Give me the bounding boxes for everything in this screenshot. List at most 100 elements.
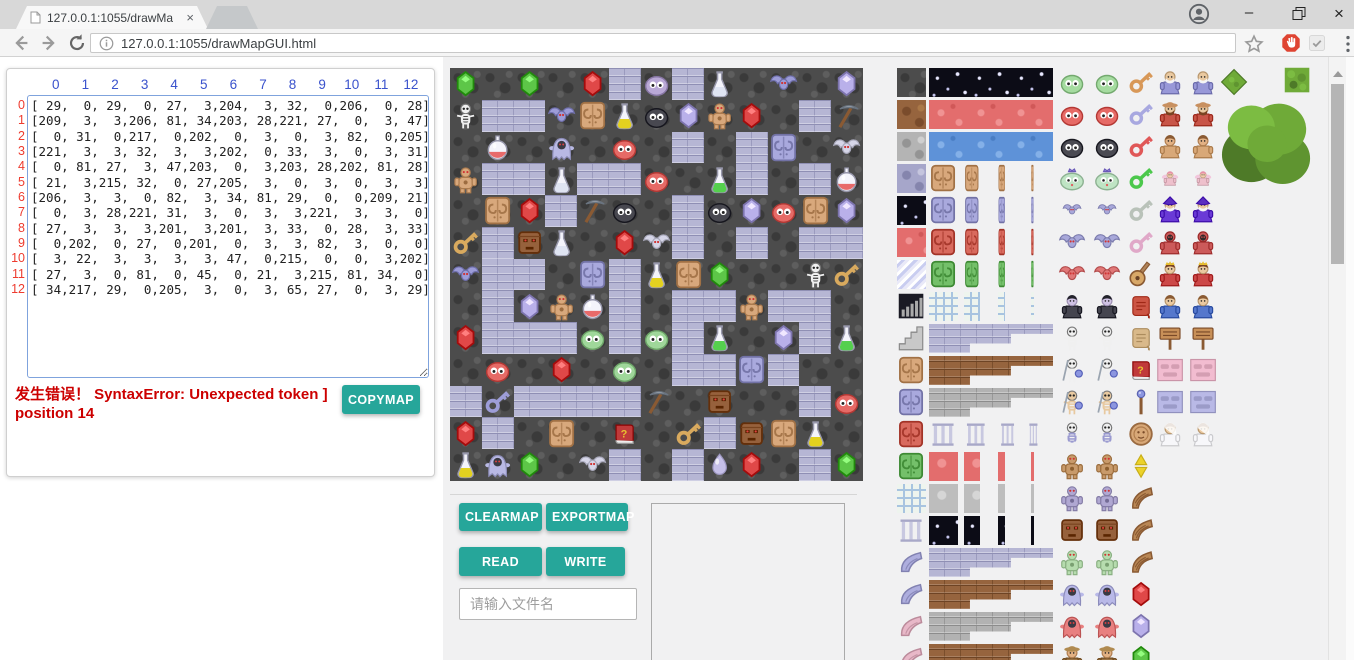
tileset-sprite-skelspear[interactable] <box>1093 356 1121 384</box>
tileset-sprite-door[interactable] <box>929 196 957 224</box>
tileset-terrain-tile[interactable] <box>929 612 1053 641</box>
map-tile[interactable] <box>545 227 577 259</box>
map-tile[interactable] <box>672 163 704 195</box>
tileset-sprite-door[interactable] <box>998 260 1006 288</box>
tileset-terrain-tile[interactable] <box>1031 292 1034 321</box>
map-tile[interactable] <box>482 100 514 132</box>
map-tile[interactable] <box>736 386 768 418</box>
tileset-sprite-bars[interactable] <box>897 292 925 320</box>
tileset-sprite-bat[interactable] <box>1093 228 1121 256</box>
browser-tab[interactable]: 127.0.0.1:1055/drawMa × <box>16 6 208 29</box>
tileset-sprite-person[interactable] <box>1156 292 1184 320</box>
map-tile[interactable] <box>482 163 514 195</box>
tileset-sprite-medallion[interactable] <box>1127 420 1155 448</box>
exportmap-button[interactable]: EXPORTMAP <box>546 503 628 531</box>
tileset-sprite-person[interactable] <box>1058 644 1086 660</box>
scrollbar-thumb[interactable] <box>1331 84 1344 264</box>
map-tile[interactable] <box>831 290 863 322</box>
map-tile[interactable] <box>545 100 577 132</box>
tileset-palette[interactable]: ? <box>897 68 1317 660</box>
bookmark-star-icon[interactable] <box>1243 33 1265 55</box>
map-tile[interactable] <box>609 100 641 132</box>
tileset-sprite-door[interactable] <box>1031 196 1034 224</box>
tileset-sprite-person[interactable] <box>1156 132 1184 160</box>
map-tile[interactable] <box>768 290 800 322</box>
tileset-terrain-tile[interactable] <box>897 484 926 513</box>
tileset-terrain-tile[interactable] <box>964 516 980 545</box>
map-tile[interactable] <box>577 259 609 291</box>
map-tile[interactable] <box>450 195 482 227</box>
map-tile[interactable] <box>736 322 768 354</box>
map-tile[interactable] <box>768 322 800 354</box>
tileset-sprite-person[interactable] <box>1189 100 1217 128</box>
map-tile[interactable] <box>736 227 768 259</box>
map-tile[interactable] <box>609 68 641 100</box>
tileset-sprite-door[interactable] <box>929 260 957 288</box>
map-tile[interactable] <box>736 132 768 164</box>
map-tile[interactable] <box>672 195 704 227</box>
tileset-sprite-slime[interactable] <box>1093 132 1121 160</box>
tileset-terrain-tile[interactable] <box>929 644 1053 660</box>
tileset-sprite-wing[interactable] <box>897 644 925 660</box>
tileset-sprite-person[interactable] <box>1156 228 1184 256</box>
tileset-sprite-ghost[interactable] <box>1058 612 1086 640</box>
tileset-sprite-door[interactable] <box>998 196 1006 224</box>
map-tile[interactable] <box>831 132 863 164</box>
map-tile[interactable] <box>768 417 800 449</box>
map-tile[interactable] <box>577 195 609 227</box>
close-window-button[interactable]: × <box>1324 4 1354 24</box>
tileset-terrain-tile[interactable] <box>964 292 980 321</box>
tileset-terrain-tile[interactable] <box>964 484 980 513</box>
map-tile[interactable] <box>609 354 641 386</box>
tileset-sprite-key[interactable] <box>1127 196 1155 224</box>
tileset-sprite-door[interactable] <box>964 228 980 256</box>
tileset-sprite-slime[interactable] <box>1058 132 1086 160</box>
map-tile[interactable] <box>514 354 546 386</box>
tileset-sprite-person[interactable] <box>1189 228 1217 256</box>
map-tile[interactable] <box>641 386 673 418</box>
tileset-sprite-person[interactable] <box>1156 196 1184 224</box>
map-tile[interactable] <box>704 132 736 164</box>
map-tile[interactable] <box>450 100 482 132</box>
map-tile[interactable] <box>672 132 704 164</box>
tileset-sprite-totem[interactable] <box>1093 516 1121 544</box>
tileset-sprite-key[interactable] <box>1127 68 1155 96</box>
map-tile[interactable] <box>577 322 609 354</box>
map-tile[interactable] <box>482 227 514 259</box>
tileset-sprite-slime[interactable] <box>1093 68 1121 96</box>
map-tile[interactable] <box>482 386 514 418</box>
map-tile[interactable] <box>450 259 482 291</box>
tileset-sprite-book[interactable]: ? <box>1127 356 1155 384</box>
tileset-sprite-slimecrown[interactable] <box>1058 164 1086 192</box>
map-tile[interactable] <box>577 417 609 449</box>
map-tile[interactable] <box>450 68 482 100</box>
map-tile[interactable] <box>641 259 673 291</box>
tileset-sprite-scroll[interactable] <box>1127 324 1155 352</box>
map-tile[interactable] <box>831 163 863 195</box>
map-tile[interactable] <box>482 322 514 354</box>
tileset-sprite-golem[interactable] <box>1058 484 1086 512</box>
tileset-sprite-wing[interactable] <box>897 548 925 576</box>
tileset-sprite-ghost[interactable] <box>1093 612 1121 640</box>
map-tile[interactable] <box>799 386 831 418</box>
tileset-sprite-door[interactable] <box>897 420 925 448</box>
map-tile[interactable] <box>768 100 800 132</box>
tileset-sprite-golem[interactable] <box>1093 484 1121 512</box>
tileset-sprite-skelarmor[interactable] <box>1058 420 1086 448</box>
tileset-sprite-person[interactable] <box>1189 420 1217 448</box>
map-tile[interactable] <box>831 354 863 386</box>
tileset-sprite-gem[interactable] <box>1127 580 1155 608</box>
tileset-sprite-pillar[interactable] <box>964 420 988 448</box>
tileset-sprite-person[interactable] <box>1189 292 1217 320</box>
tileset-sprite-pillar[interactable] <box>897 516 925 544</box>
tileset-sprite-skelarmor[interactable] <box>1093 420 1121 448</box>
tileset-sprite-pillar[interactable] <box>929 420 957 448</box>
map-tile[interactable] <box>799 227 831 259</box>
address-bar[interactable]: 127.0.0.1:1055/drawMapGUI.html <box>90 33 1236 53</box>
map-tile[interactable] <box>514 132 546 164</box>
tileset-sprite-treesq[interactable] <box>1283 66 1311 94</box>
map-tile[interactable] <box>831 100 863 132</box>
map-tile[interactable] <box>450 227 482 259</box>
map-tile[interactable] <box>577 100 609 132</box>
tileset-sprite-pillar[interactable] <box>999 420 1016 448</box>
